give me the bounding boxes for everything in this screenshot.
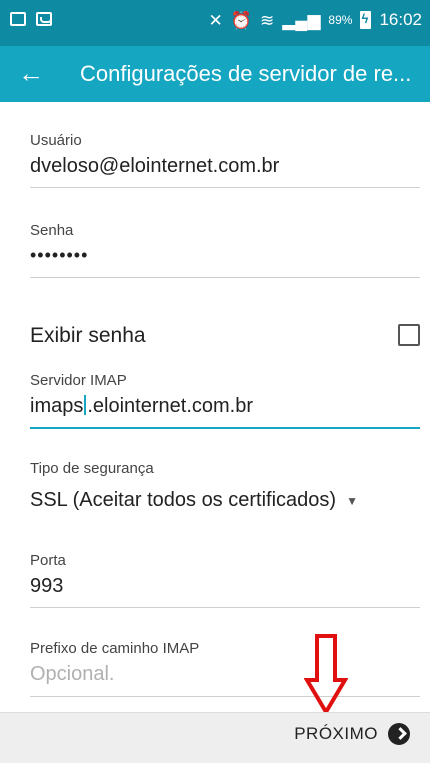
imap-server-label: Servidor IMAP <box>30 372 127 389</box>
show-password-row[interactable]: Exibir senha <box>30 314 420 358</box>
username-underline <box>30 187 420 188</box>
imap-server-underline <box>30 427 420 429</box>
username-input[interactable]: dveloso@elointernet.com.br <box>30 155 420 178</box>
security-type-selected: SSL (Aceitar todos os certificados) <box>30 489 337 511</box>
wifi-icon: ≋ <box>259 10 275 30</box>
voicemail-icon <box>36 12 52 26</box>
show-password-label: Exibir senha <box>30 324 146 347</box>
imap-prefix-label: Prefixo de caminho IMAP <box>30 640 200 657</box>
security-type-field[interactable]: Tipo de segurança SSL (Aceitar todos os … <box>30 460 420 512</box>
next-button[interactable]: PRÓXIMO <box>294 723 410 745</box>
port-input[interactable]: 993 <box>30 575 420 598</box>
status-time: 16:02 <box>379 10 422 29</box>
imap-prefix-field[interactable]: Prefixo de caminho IMAP Opcional. <box>30 640 420 697</box>
username-label: Usuário <box>30 132 82 149</box>
next-button-label: PRÓXIMO <box>294 724 378 743</box>
imap-prefix-input[interactable]: Opcional. <box>30 663 420 686</box>
port-field[interactable]: Porta 993 <box>30 552 420 608</box>
imap-server-input[interactable]: imaps .elointernet.com.br <box>30 395 420 418</box>
status-right-icons: ✕ ⏰ ≋ ▂▄▆ 89% 16:02 <box>209 10 422 30</box>
image-icon <box>10 12 26 26</box>
show-password-checkbox[interactable] <box>398 324 420 346</box>
security-type-dropdown[interactable]: SSL (Aceitar todos os certificados) ▼ <box>30 489 420 512</box>
port-underline <box>30 607 420 608</box>
security-type-label: Tipo de segurança <box>30 460 154 477</box>
status-left-icons <box>10 12 52 26</box>
annotation-down-arrow-icon <box>304 634 348 716</box>
app-bar: ← Configurações de servidor de re... <box>0 46 430 102</box>
battery-percent: 89% <box>328 13 353 27</box>
imap-server-field[interactable]: Servidor IMAP imaps .elointernet.com.br <box>30 372 420 429</box>
battery-charging-icon <box>360 11 372 29</box>
imap-prefix-underline <box>30 696 420 697</box>
footer-bar: PRÓXIMO <box>0 712 430 763</box>
imap-server-value-end: .elointernet.com.br <box>87 395 253 417</box>
back-arrow-icon[interactable]: ← <box>14 56 48 90</box>
dropdown-arrow-icon: ▼ <box>346 493 358 508</box>
signal-icon: ▂▄▆ <box>282 10 321 30</box>
status-bar: ✕ ⏰ ≋ ▂▄▆ 89% 16:02 <box>0 0 430 46</box>
password-underline <box>30 277 420 278</box>
page-title: Configurações de servidor de re... <box>80 61 412 86</box>
username-field[interactable]: Usuário dveloso@elointernet.com.br <box>30 132 420 188</box>
imap-server-value-start: imaps <box>30 395 84 417</box>
mute-icon: ✕ <box>208 10 223 30</box>
password-field[interactable]: Senha •••••••• <box>30 222 420 278</box>
password-input[interactable]: •••••••• <box>30 245 420 266</box>
password-label: Senha <box>30 222 74 239</box>
port-label: Porta <box>30 552 66 569</box>
alarm-icon: ⏰ <box>230 10 252 30</box>
chevron-right-circle-icon <box>388 723 410 745</box>
